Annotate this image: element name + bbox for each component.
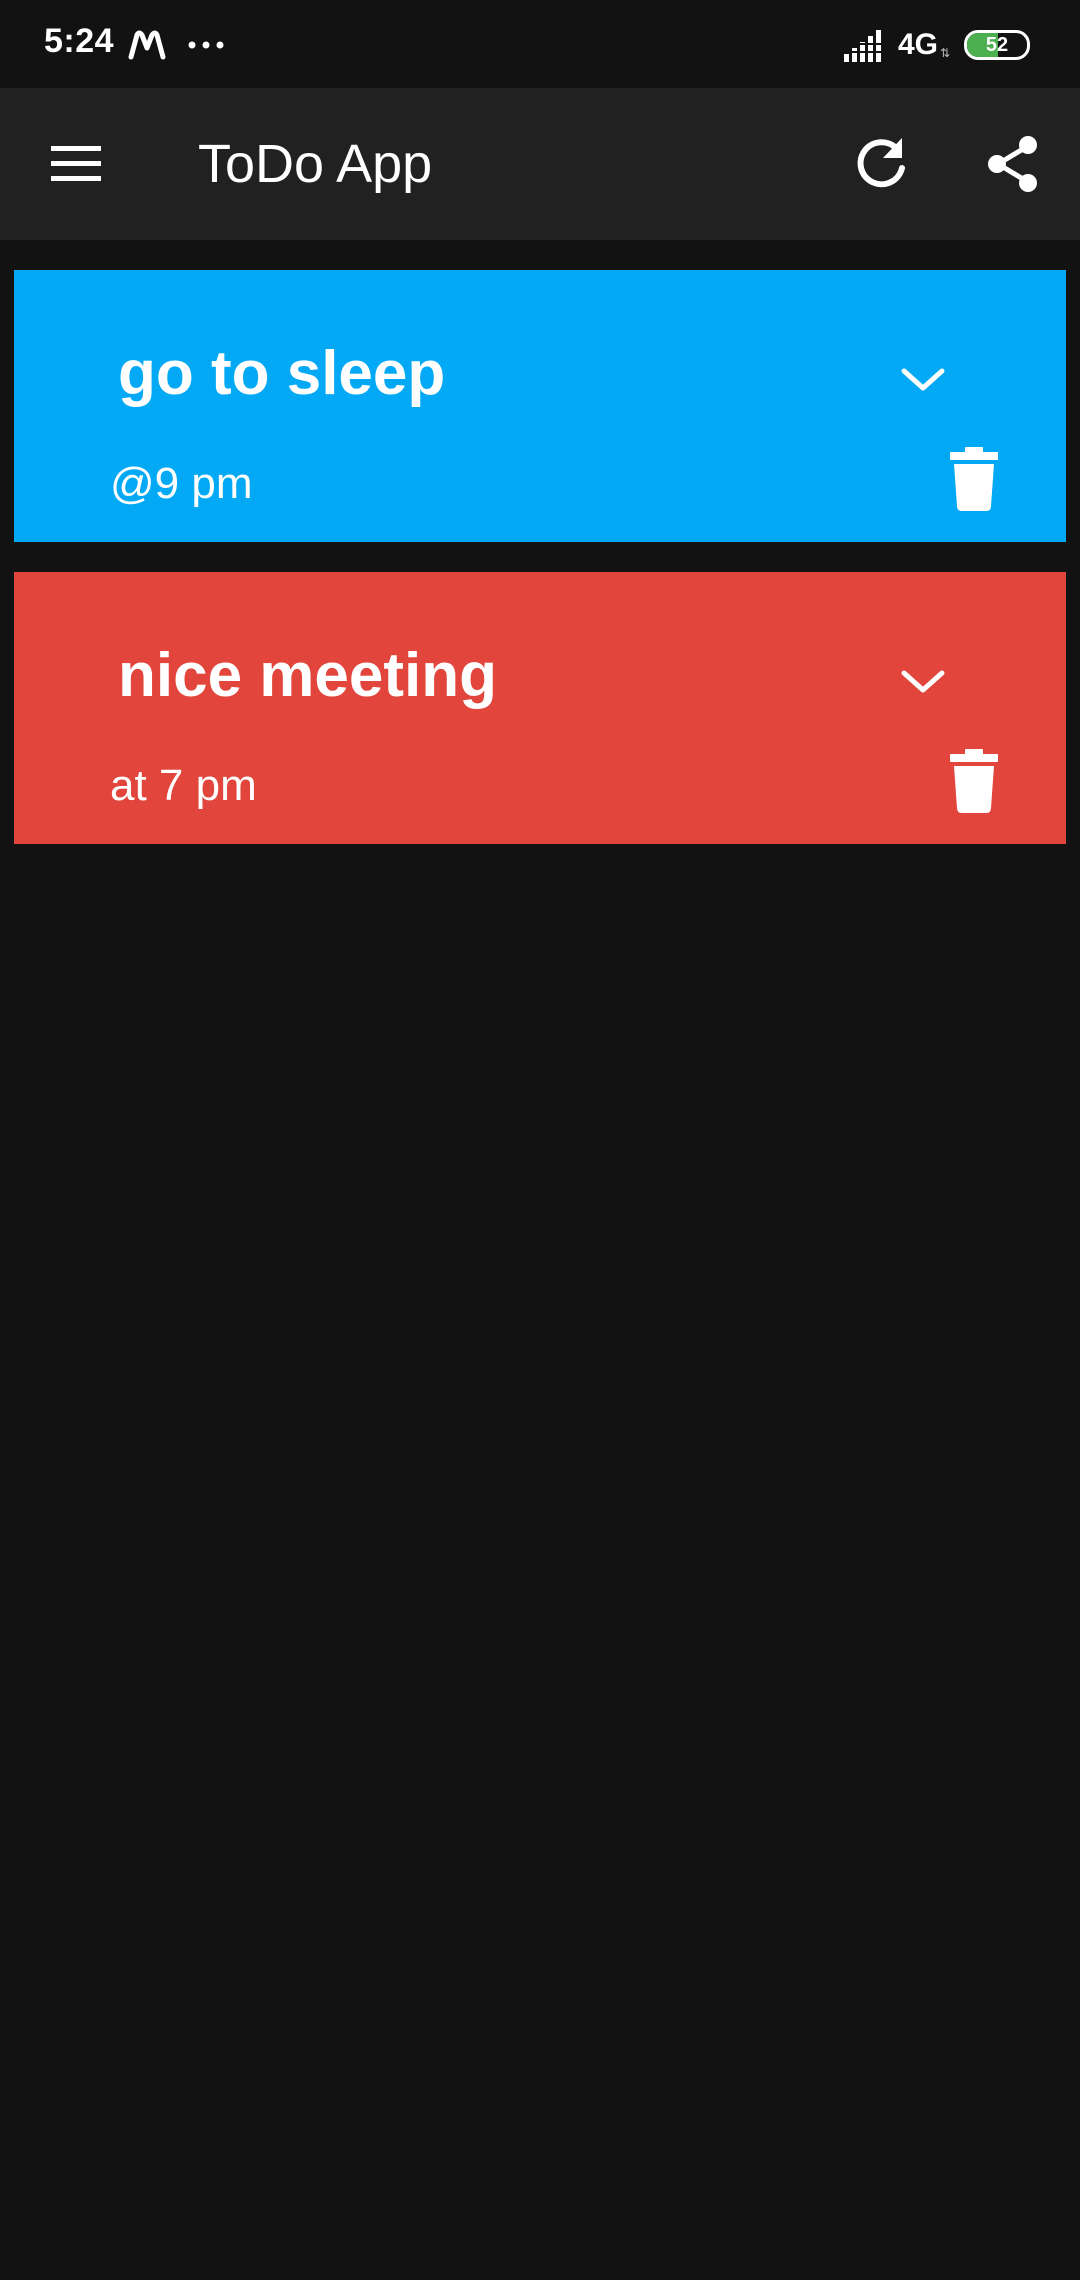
signal-icon xyxy=(842,30,886,64)
share-button[interactable] xyxy=(982,132,1046,196)
status-bar: 5:24 4G ⇅ 52 xyxy=(0,0,1080,88)
status-time: 5:24 xyxy=(44,22,115,60)
chevron-down-icon xyxy=(901,368,945,391)
chevron-down-icon xyxy=(901,670,945,693)
todo-description: @9 pm xyxy=(110,459,253,508)
app-title: ToDo App xyxy=(198,134,433,194)
m-notification-icon xyxy=(128,30,166,60)
todo-card[interactable]: nice meeting at 7 pm xyxy=(14,572,1066,844)
data-activity-icon: ⇅ xyxy=(940,46,951,60)
battery-level: 52 xyxy=(985,34,1009,56)
menu-icon xyxy=(51,146,101,181)
todo-card[interactable]: go to sleep @9 pm xyxy=(14,270,1066,542)
delete-button[interactable] xyxy=(944,746,1004,816)
network-type: 4G xyxy=(898,28,939,61)
app-bar: ToDo App xyxy=(0,88,1080,240)
battery-icon: 52 xyxy=(964,30,1030,60)
expand-button[interactable] xyxy=(894,350,952,408)
more-dots-icon xyxy=(186,28,226,62)
trash-icon xyxy=(950,749,998,813)
delete-button[interactable] xyxy=(944,444,1004,514)
trash-icon xyxy=(950,447,998,511)
refresh-icon xyxy=(857,138,905,188)
todo-title: nice meeting xyxy=(118,641,497,710)
todo-list: go to sleep @9 pm nice meeting at 7 pm xyxy=(14,270,1066,874)
todo-description: at 7 pm xyxy=(110,761,257,810)
todo-title: go to sleep xyxy=(118,339,446,408)
share-icon xyxy=(988,136,1037,192)
expand-button[interactable] xyxy=(894,652,952,710)
refresh-button[interactable] xyxy=(850,132,914,196)
menu-button[interactable] xyxy=(44,132,108,196)
